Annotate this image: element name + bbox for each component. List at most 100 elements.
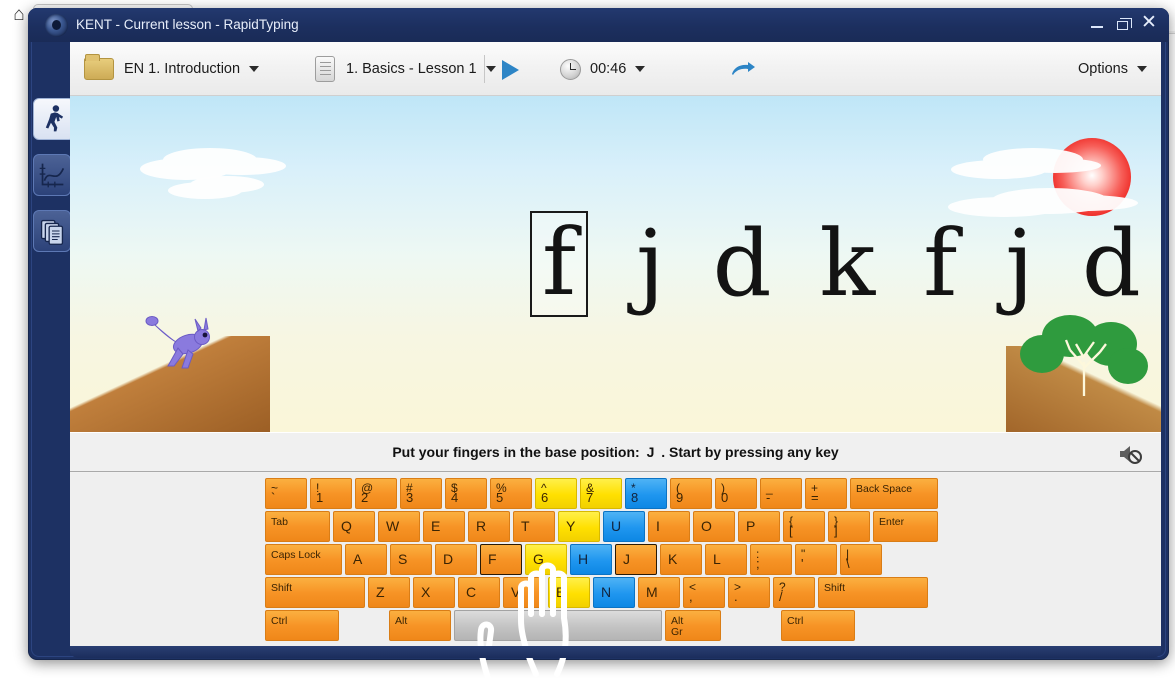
key-symbol: . [734,589,738,604]
keyboard-area: ~ `! 1 @2 #3 $4% 5 ^ 6 & 7 * 8(9) 0 _ - + = Back Space Tab Q… [70,473,1161,678]
key-j[interactable]: J [615,544,657,575]
key-0[interactable]: ) 0 [715,478,757,509]
key-s[interactable]: S [390,544,432,575]
key-[interactable]: >. [728,577,770,608]
repeat-arrow-icon[interactable] [730,62,756,78]
key-alt[interactable]: Alt [389,610,451,641]
sidebar-item-statistics[interactable] [33,154,71,196]
key-c[interactable]: C [458,577,500,608]
key-blank[interactable] [454,610,662,641]
client-area: EN 1. Introduction 1. Basics - Lesson 1 … [70,42,1161,678]
key-[interactable]: ? / [773,577,815,608]
key-[interactable]: + = [805,478,847,509]
key-6[interactable]: ^ 6 [535,478,577,509]
key-ctrl[interactable]: Ctrl [265,610,339,641]
key-i[interactable]: I [648,511,690,542]
close-button[interactable]: ✕ [1139,13,1159,32]
key-4[interactable]: $4 [445,478,487,509]
play-button[interactable] [502,60,519,80]
key-o[interactable]: O [693,511,735,542]
key-t[interactable]: T [513,511,555,542]
key-ctrl[interactable]: Ctrl [781,610,855,641]
timer[interactable]: 00:46 [560,42,646,96]
key-y[interactable]: Y [558,511,600,542]
key-u[interactable]: U [603,511,645,542]
key-e[interactable]: E [423,511,465,542]
options-menu[interactable]: Options [1078,42,1147,96]
key-symbol: 1 [316,490,324,505]
key-x[interactable]: X [413,577,455,608]
key-3[interactable]: #3 [400,478,442,509]
key-[interactable]: <, [683,577,725,608]
key-[interactable]: | \ [840,544,882,575]
maximize-button[interactable] [1112,17,1132,35]
key-letter: N [601,584,612,600]
key-[interactable]: {[ [783,511,825,542]
key-label: Ctrl [787,615,804,627]
key-h[interactable]: H [570,544,612,575]
key-symbol: / [779,589,783,604]
key-[interactable]: " ' [795,544,837,575]
key-[interactable]: ~ ` [265,478,307,509]
key-enter[interactable]: Enter [873,511,938,542]
key-5[interactable]: % 5 [490,478,532,509]
key-b[interactable]: B [548,577,590,608]
bg-footer-text [128,664,132,675]
key-2[interactable]: @2 [355,478,397,509]
sound-muted-icon[interactable] [1117,443,1143,465]
course-selector[interactable]: EN 1. Introduction [84,42,260,96]
chevron-down-icon [1137,66,1147,72]
key-d[interactable]: D [435,544,477,575]
key-shift[interactable]: Shift [265,577,365,608]
key-letter: T [521,518,530,534]
sidebar-item-lessons-list[interactable] [33,210,71,252]
key-f[interactable]: F [480,544,522,575]
key-caps-lock[interactable]: Caps Lock [265,544,342,575]
key-symbol: 3 [406,490,414,505]
key-a[interactable]: A [345,544,387,575]
chevron-down-icon [249,66,260,72]
key-symbol: 4 [451,490,459,505]
key-v[interactable]: V [503,577,545,608]
key-back-space[interactable]: Back Space [850,478,938,509]
key-l[interactable]: L [705,544,747,575]
key-symbol: 7 [586,490,594,505]
key-shift[interactable]: Shift [818,577,928,608]
key-7[interactable]: & 7 [580,478,622,509]
key-symbol: ; [756,556,760,571]
documents-stack-icon [40,219,64,245]
key-k[interactable]: K [660,544,702,575]
key-q[interactable]: Q [333,511,375,542]
key-n[interactable]: N [593,577,635,608]
key-1[interactable]: ! 1 [310,478,352,509]
key-9[interactable]: (9 [670,478,712,509]
keyboard: ~ `! 1 @2 #3 $4% 5 ^ 6 & 7 * 8(9) 0 _ - + = Back Space Tab Q… [265,478,938,643]
key-r[interactable]: R [468,511,510,542]
key-alt[interactable]: Alt Gr [665,610,721,641]
key-label: Enter [879,516,905,528]
key-w[interactable]: W [378,511,420,542]
key-tab[interactable]: Tab [265,511,330,542]
key-m[interactable]: M [638,577,680,608]
key-[interactable]: }] [828,511,870,542]
lesson-selector[interactable]: 1. Basics - Lesson 1 [315,42,496,96]
lesson-scene: fjdkfjd [70,96,1161,432]
key-8[interactable]: * 8 [625,478,667,509]
key-letter: R [476,518,487,534]
key-letter: L [713,551,721,567]
folder-icon [84,54,114,80]
key-[interactable]: :; [750,544,792,575]
key-symbol: \ [846,556,850,571]
current-character: f [530,211,589,317]
key-letter: I [656,518,660,534]
line-chart-icon [39,163,65,188]
sidebar-item-lesson[interactable] [33,98,75,140]
key-g[interactable]: G [525,544,567,575]
key-z[interactable]: Z [368,577,410,608]
key-p[interactable]: P [738,511,780,542]
minimize-button[interactable] [1087,17,1107,35]
key-[interactable]: _ - [760,478,802,509]
key-label-line2: Gr [671,626,683,638]
title-bar[interactable]: KENT - Current lesson - RapidTyping ✕ [28,8,1169,42]
typing-characters: fjdkfjd [70,96,1161,432]
